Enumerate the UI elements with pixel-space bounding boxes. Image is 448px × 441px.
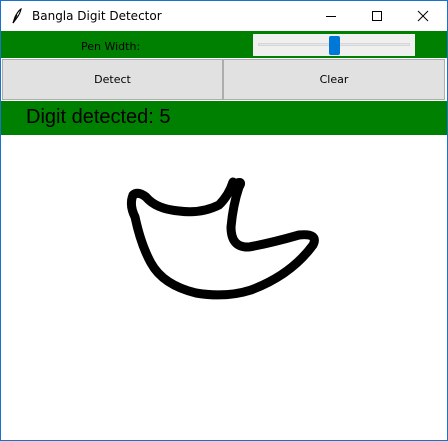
detection-result: Digit detected: 5: [26, 106, 171, 128]
handwritten-digit-stroke: [126, 177, 319, 300]
close-icon: [417, 10, 429, 22]
minimize-icon: [326, 16, 336, 17]
feather-icon: [9, 7, 23, 24]
app-window: Bangla Digit Detector Pen Width: Detect …: [0, 0, 448, 441]
result-bar: Digit detected: 5: [1, 101, 447, 135]
maximize-icon: [372, 11, 382, 21]
detect-button[interactable]: Detect: [2, 59, 223, 100]
close-button[interactable]: [400, 1, 446, 31]
pen-width-label: Pen Width:: [81, 40, 141, 53]
slider-thumb[interactable]: [328, 36, 340, 55]
clear-button[interactable]: Clear: [223, 59, 445, 100]
window-title: Bangla Digit Detector: [32, 9, 162, 23]
minimize-button[interactable]: [308, 1, 354, 31]
title-bar[interactable]: Bangla Digit Detector: [1, 1, 447, 31]
pen-width-slider[interactable]: [253, 34, 415, 56]
maximize-button[interactable]: [354, 1, 400, 31]
drawing-canvas[interactable]: [1, 135, 447, 440]
